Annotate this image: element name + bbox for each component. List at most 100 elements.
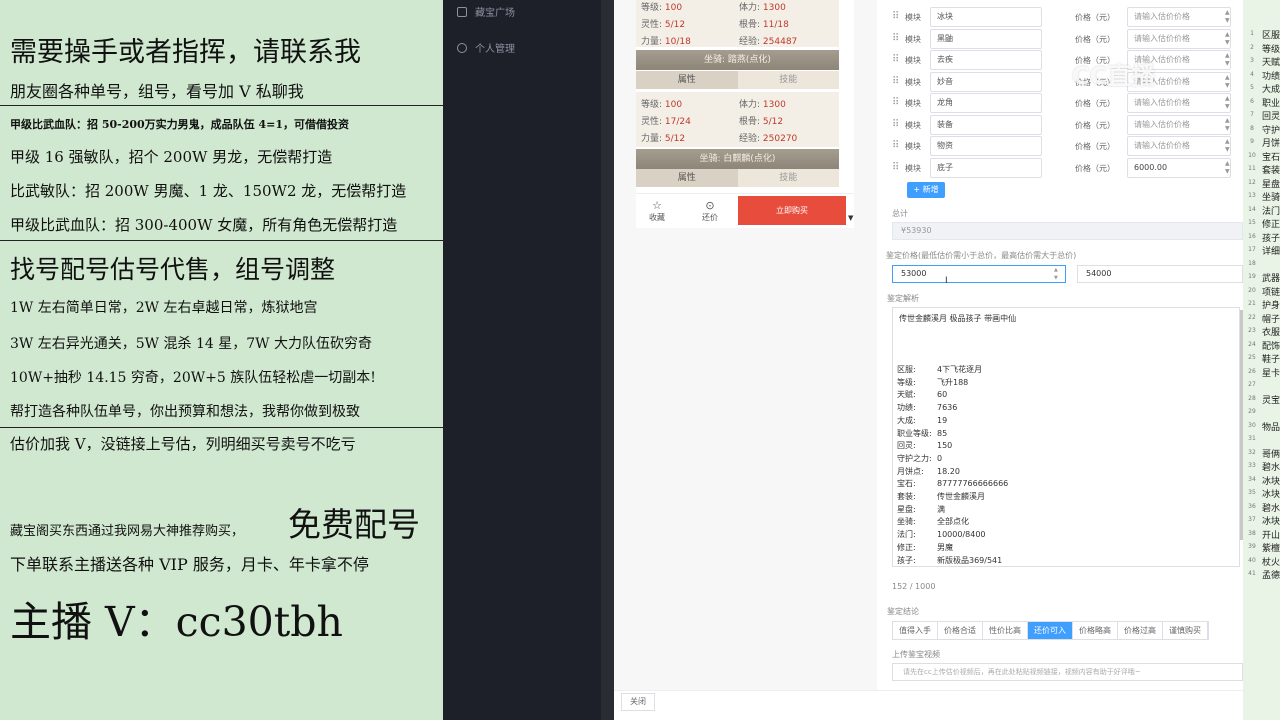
- stepper[interactable]: ▲ ▼: [1225, 138, 1230, 154]
- stepper[interactable]: ▲ ▼: [1225, 31, 1230, 47]
- tab-skills[interactable]: 技能: [737, 169, 839, 187]
- max-price-input[interactable]: 54000: [1077, 265, 1243, 283]
- drag-handle-icon[interactable]: ⠿: [892, 76, 899, 87]
- line-number: 31: [1248, 435, 1256, 442]
- scroll-down-icon[interactable]: ▼: [848, 214, 853, 222]
- price-input[interactable]: 请输入估价价格: [1127, 28, 1231, 49]
- stepper[interactable]: ▲ ▼: [1225, 74, 1230, 90]
- strip-text: 套装: [1262, 166, 1280, 176]
- stepper[interactable]: ▲ ▼: [1225, 52, 1230, 68]
- promo-line-12: 估价加我 V，没链接上号估，列明细买号卖号不吃亏: [10, 435, 356, 453]
- analysis-line: 坐骑: 全部点化: [897, 517, 969, 527]
- module-name-input[interactable]: 装备: [930, 114, 1042, 135]
- conclusion-option[interactable]: 性价比高: [983, 622, 1028, 639]
- stepper[interactable]: ▲ ▼: [1225, 95, 1230, 111]
- line-number: 40: [1248, 556, 1256, 564]
- module-name-input[interactable]: 冰块: [930, 7, 1042, 27]
- strip-text: 守护: [1262, 125, 1280, 136]
- user-icon: [457, 42, 467, 53]
- price-input[interactable]: 请输入估价价格: [1127, 7, 1231, 27]
- price-label: 价格（元）: [1075, 34, 1115, 44]
- module-name-input[interactable]: 底子: [930, 157, 1042, 178]
- stepper[interactable]: ▲ ▼: [1054, 266, 1058, 282]
- line-number: 27: [1248, 381, 1256, 388]
- conclusion-option[interactable]: 值得入手: [893, 622, 938, 639]
- conclusion-option[interactable]: 价格合适: [938, 622, 983, 639]
- stepper[interactable]: ▲ ▼: [1225, 9, 1230, 25]
- price-input[interactable]: 请输入估价价格: [1127, 114, 1231, 135]
- drag-handle-icon[interactable]: ⠿: [892, 11, 899, 22]
- tab-attributes[interactable]: 属性: [636, 71, 738, 89]
- module-name-input[interactable]: 去疾: [930, 50, 1042, 70]
- strip-text: 等级: [1262, 44, 1280, 55]
- strip-text: 碧水: [1262, 503, 1280, 514]
- drag-handle-icon[interactable]: ⠿: [892, 119, 899, 130]
- line-number: 35: [1248, 489, 1256, 496]
- line-number: 22: [1248, 313, 1256, 321]
- stepper[interactable]: ▲ ▼: [1225, 117, 1230, 133]
- module-row: ⠿ 模块 黑鼬 价格（元） 请输入估价价格 ▲ ▼: [892, 28, 1243, 49]
- min-price-input[interactable]: 53000: [892, 265, 1066, 283]
- module-name-input[interactable]: 物资: [930, 136, 1042, 156]
- sidebar-item-treasure-square[interactable]: 藏宝广场: [457, 4, 515, 19]
- close-button[interactable]: 关闭: [621, 693, 655, 711]
- conclusion-option[interactable]: 谨慎购买: [1163, 622, 1208, 639]
- bargain-button[interactable]: ⊙ 还价: [695, 200, 725, 223]
- strip-text: 冰块: [1262, 476, 1280, 487]
- buy-now-button[interactable]: 立即购买: [738, 196, 846, 225]
- price-input[interactable]: 请输入估价价格: [1127, 136, 1231, 156]
- conclusion-option[interactable]: 价格略高: [1073, 622, 1118, 639]
- line-number: 26: [1248, 367, 1256, 375]
- drag-handle-icon[interactable]: ⠿: [892, 33, 899, 44]
- strip-text: 职业: [1262, 98, 1280, 109]
- strip-text: 星卡: [1262, 368, 1280, 379]
- conclusion-options: 值得入手 价格合适 性价比高 还价可入 价格略高 价格过高 谨慎购买: [892, 621, 1209, 640]
- line-number: 8: [1250, 124, 1254, 132]
- line-number: 23: [1248, 327, 1256, 334]
- analysis-line: 大成: 19: [897, 415, 948, 425]
- analysis-line: 等级: 飞升188: [897, 377, 969, 387]
- price-input[interactable]: 6000.00: [1127, 157, 1231, 178]
- tab-attributes[interactable]: 属性: [636, 169, 738, 187]
- drag-handle-icon[interactable]: ⠿: [892, 140, 899, 151]
- line-number: 2: [1250, 43, 1254, 51]
- stepper[interactable]: ▲ ▼: [1225, 160, 1230, 176]
- tab-skills[interactable]: 技能: [737, 71, 839, 89]
- strip-text: 修正: [1262, 220, 1280, 230]
- line-number: 16: [1248, 232, 1256, 240]
- line-number: 17: [1248, 246, 1256, 253]
- line-number: 38: [1248, 529, 1256, 537]
- module-name-input[interactable]: 妙音: [930, 71, 1042, 92]
- video-link-input[interactable]: 请先在cc上传估价视频后，再在此处粘贴视频链接，视频内容有助于好评哦~: [892, 663, 1243, 681]
- price-input[interactable]: 请输入估价价格: [1127, 93, 1231, 113]
- dialog-footer: [614, 690, 1280, 720]
- drag-handle-icon[interactable]: ⠿: [892, 97, 899, 108]
- sidebar: 藏宝广场 个人管理: [443, 0, 601, 720]
- bargain-icon: ⊙: [705, 199, 715, 212]
- analysis-line: 宝石: 87777766666666: [897, 479, 1009, 489]
- mount-stats-1: 等级: 100 体力: 1300 灵性: 5/12 根骨: 11/18 力量: …: [636, 0, 839, 47]
- module-row: ⠿ 模块 去疾 价格（元） 请输入估价价格 ▲ ▼: [892, 50, 1243, 70]
- line-number: 14: [1248, 205, 1256, 213]
- add-module-button[interactable]: + 新增: [907, 182, 945, 198]
- module-name-input[interactable]: 黑鼬: [930, 28, 1042, 49]
- line-number: 6: [1250, 97, 1254, 105]
- strip-text: 武器: [1262, 274, 1280, 284]
- promo-line-1: 需要操手或者指挥，请联系我: [10, 37, 361, 68]
- char-counter: 152 / 1000: [892, 582, 936, 591]
- line-number: 10: [1248, 151, 1256, 159]
- drag-handle-icon[interactable]: ⠿: [892, 162, 899, 173]
- promo-contact: 主播 V：cc30tbh: [10, 598, 343, 646]
- favorite-button[interactable]: ☆ 收藏: [642, 200, 672, 223]
- promo-line-10: 10W+抽秒 14.15 穷奇，20W+5 族队伍轻松虐一切副本!: [10, 370, 376, 386]
- conclusion-option[interactable]: 价格过高: [1118, 622, 1163, 639]
- line-number: 29: [1248, 408, 1256, 415]
- drag-handle-icon[interactable]: ⠿: [892, 54, 899, 65]
- sidebar-item-personal[interactable]: 个人管理: [457, 40, 515, 55]
- price-label: 价格（元）: [1075, 120, 1115, 130]
- promo-free-match: 免费配号: [288, 505, 420, 544]
- conclusion-option[interactable]: 还价可入: [1028, 622, 1073, 639]
- analysis-line: 职业等级: 85: [897, 428, 948, 438]
- line-number: 3: [1250, 57, 1254, 64]
- module-name-input[interactable]: 龙角: [930, 93, 1042, 113]
